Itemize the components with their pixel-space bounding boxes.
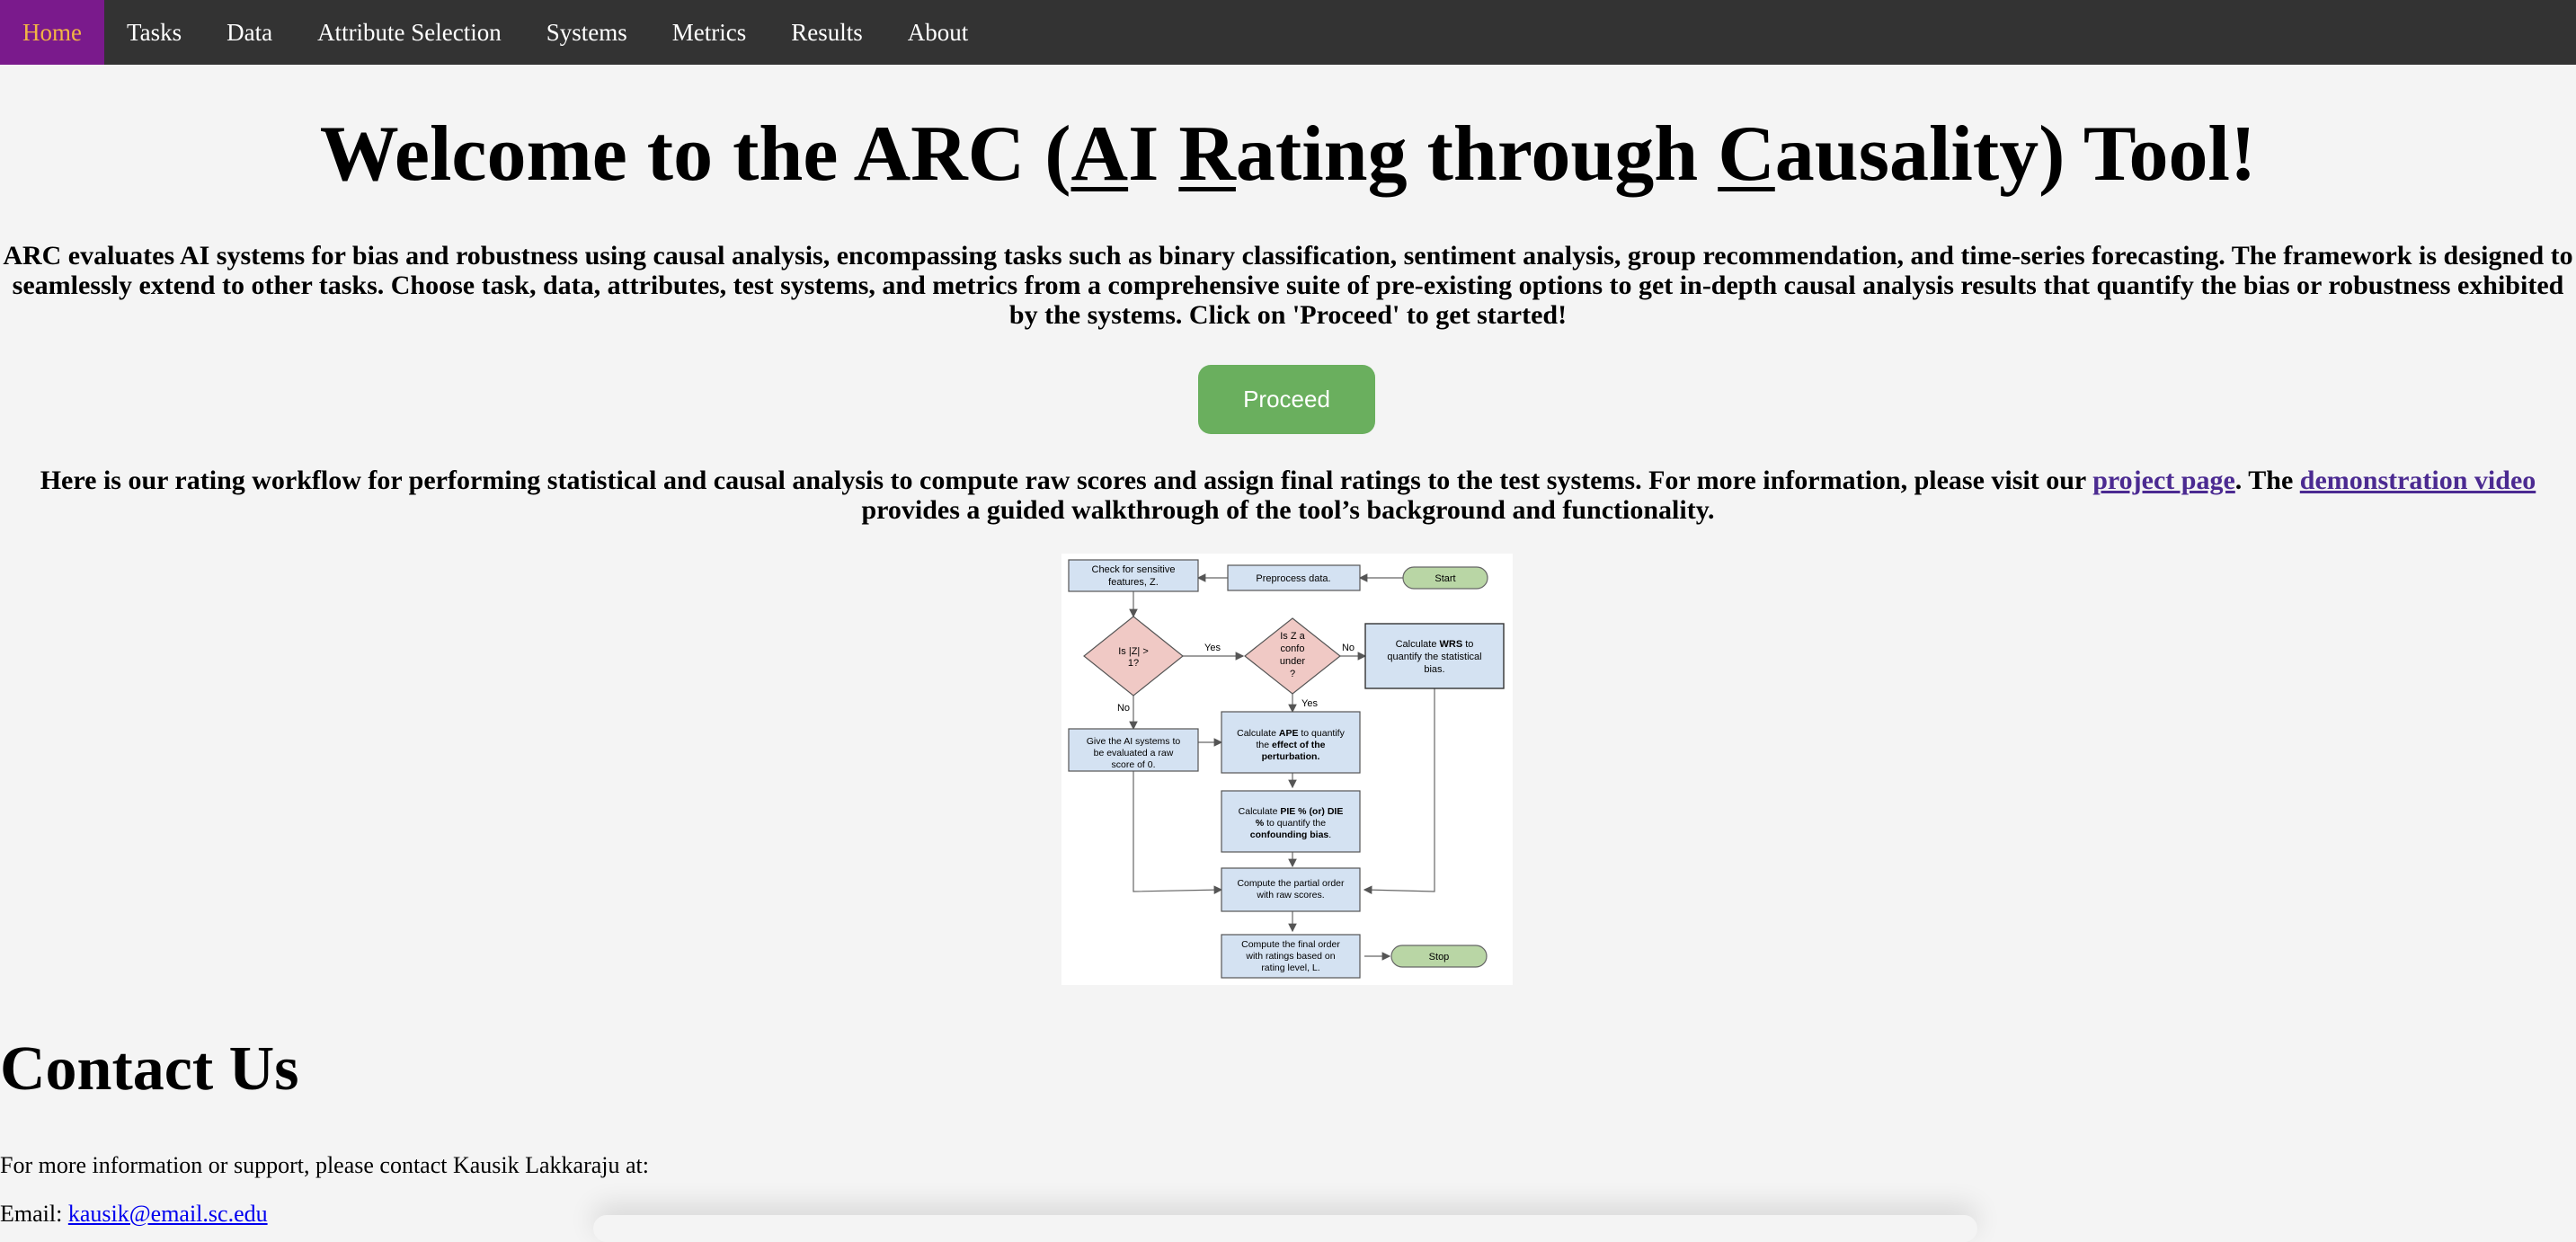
start-label: Start [1435, 573, 1455, 584]
wrs-label-2: quantify the statistical [1387, 652, 1481, 662]
partial-label-1: Compute the partial order [1237, 878, 1345, 889]
conf-label-1: Is Z a [1280, 631, 1305, 642]
title-r: R [1178, 111, 1236, 198]
final-label-2: with ratings based on [1245, 951, 1335, 962]
no-label-1: No [1342, 643, 1355, 653]
pie-label-3: confounding bias. [1250, 829, 1331, 840]
isz-label-2: 1? [1128, 658, 1139, 669]
nav-metrics[interactable]: Metrics [650, 0, 768, 65]
workflow-text-3: provides a guided walkthrough of the too… [861, 495, 1715, 525]
top-nav: Home Tasks Data Attribute Selection Syst… [0, 0, 2576, 65]
check-label-2: features, Z. [1108, 577, 1159, 588]
conf-label-2: confo [1281, 643, 1305, 654]
final-label-1: Compute the final order [1241, 939, 1340, 950]
workflow-diagram: Start Preprocess data. Check for sensiti… [1061, 554, 1513, 985]
pie-label-2: % to quantify the [1256, 818, 1326, 829]
ape-label-3: perturbation. [1262, 751, 1320, 762]
proceed-button[interactable]: Proceed [1198, 365, 1375, 434]
ape-label-1: Calculate APE to quantify [1237, 728, 1345, 739]
project-page-link[interactable]: project page [2092, 466, 2235, 495]
give-label-1: Give the AI systems to [1087, 736, 1181, 747]
title-ating: ating through [1235, 111, 1719, 198]
workflow-text-2: . The [2234, 466, 2300, 495]
contact-text: For more information or support, please … [0, 1152, 650, 1178]
yes-label-1: Yes [1204, 643, 1221, 653]
demonstration-video-link[interactable]: demonstration video [2300, 466, 2536, 495]
wrs-label-3: bias. [1424, 664, 1444, 675]
ape-label-2: the effect of the [1256, 740, 1325, 750]
bottom-shadow [593, 1215, 1977, 1242]
nav-data[interactable]: Data [204, 0, 295, 65]
stop-label: Stop [1429, 952, 1450, 963]
final-label-3: rating level, L. [1261, 963, 1319, 973]
yes-label-2: Yes [1301, 698, 1318, 709]
title-a: A [1070, 111, 1129, 198]
conf-label-4: ? [1290, 669, 1295, 679]
contact-email-line: Email: kausik@email.sc.edu [0, 1201, 268, 1228]
nav-systems[interactable]: Systems [524, 0, 650, 65]
partial-label-2: with raw scores. [1256, 890, 1324, 900]
give-label-2: be evaluated a raw [1094, 748, 1174, 759]
nav-attribute-selection[interactable]: Attribute Selection [295, 0, 524, 65]
intro-text: ARC evaluates AI systems for bias and ro… [3, 241, 2573, 330]
page-title: Welcome to the ARC (AI Rating through Ca… [0, 106, 2576, 203]
nav-results[interactable]: Results [768, 0, 885, 65]
check-label-1: Check for sensitive [1092, 564, 1176, 575]
pie-label-1: Calculate PIE % (or) DIE [1239, 806, 1344, 817]
conf-label-3: under [1280, 656, 1305, 667]
workflow-text-1: Here is our rating workflow for performi… [40, 466, 2093, 495]
isz-label-1: Is |Z| > [1118, 646, 1149, 657]
contact-heading: Contact Us [0, 1034, 299, 1104]
give-label-3: score of 0. [1111, 759, 1155, 770]
title-prefix: Welcome to the ARC ( [319, 111, 1071, 198]
nav-tasks[interactable]: Tasks [104, 0, 204, 65]
preprocess-label: Preprocess data. [1256, 573, 1330, 584]
email-link[interactable]: kausik@email.sc.edu [68, 1201, 268, 1227]
title-i: I [1128, 111, 1179, 198]
wrs-label-1: Calculate WRS to [1396, 639, 1474, 650]
email-label: Email: [0, 1201, 68, 1227]
nav-home[interactable]: Home [0, 0, 104, 65]
title-rest: ausality) Tool! [1774, 111, 2257, 198]
workflow-text: Here is our rating workflow for performi… [27, 466, 2549, 525]
nav-about[interactable]: About [885, 0, 991, 65]
title-c: C [1718, 111, 1775, 198]
no-label-2: No [1117, 703, 1130, 714]
workflow-flowchart: Start Preprocess data. Check for sensiti… [1068, 559, 1505, 979]
